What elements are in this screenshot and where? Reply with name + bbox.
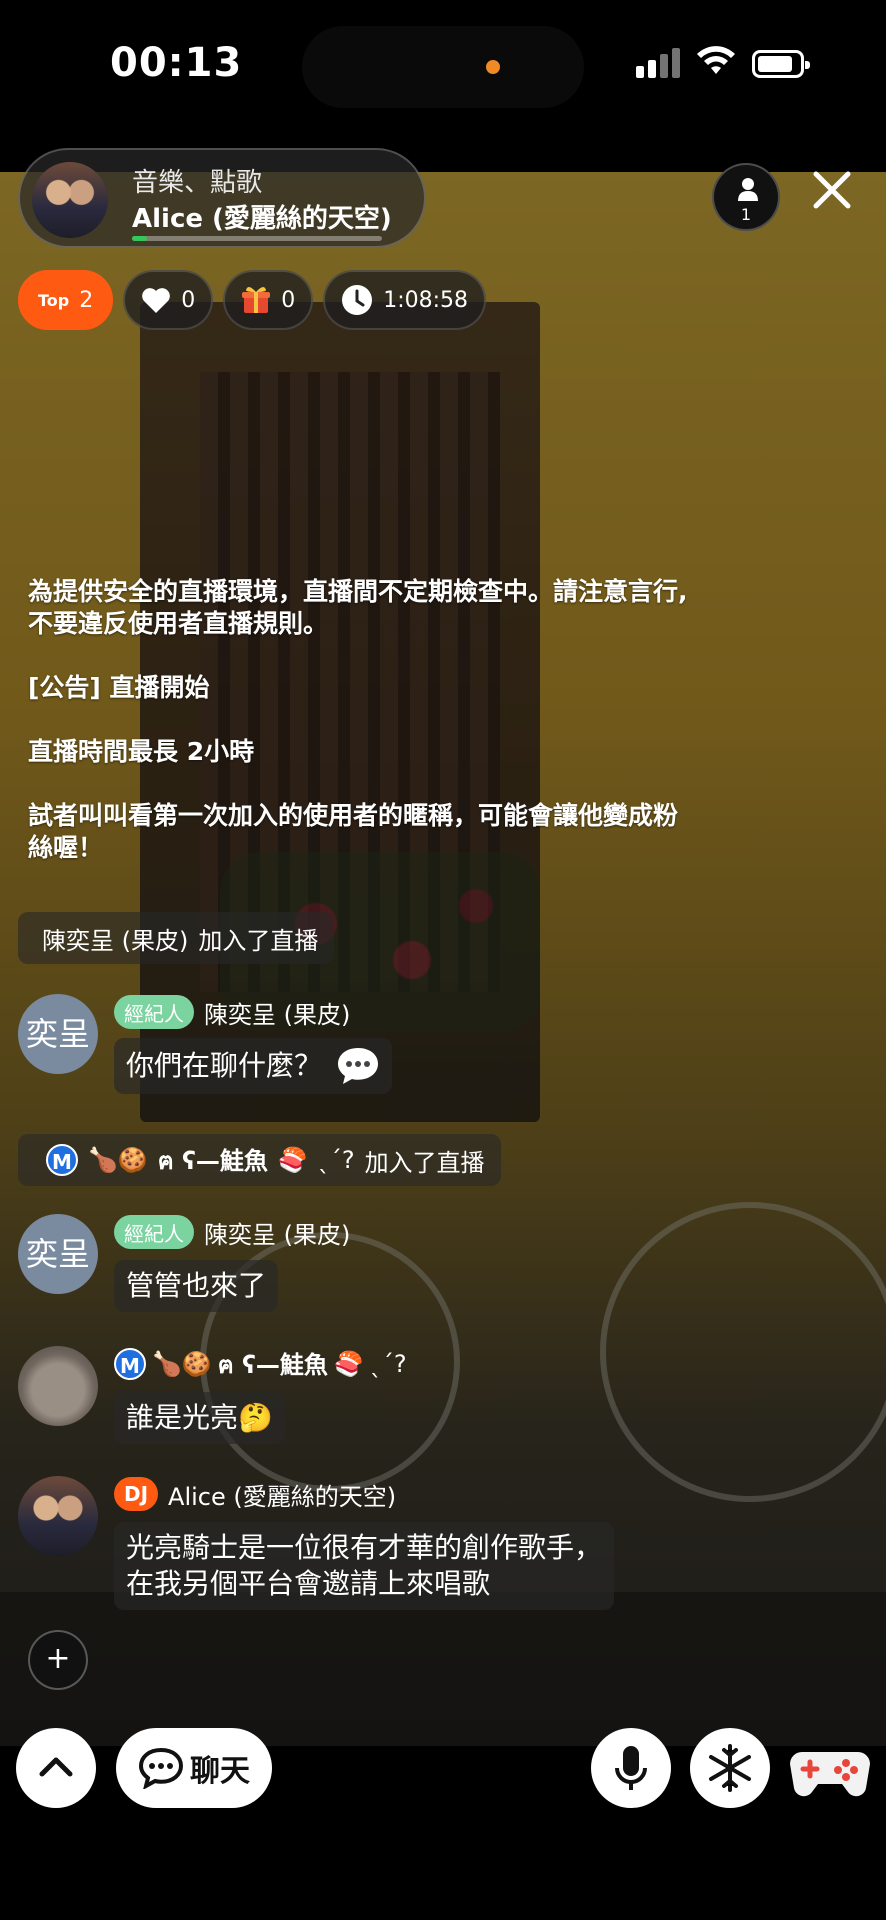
user-avatar[interactable]: 奕呈 [18,1214,98,1294]
host-info-card[interactable]: 音樂、點歌 Alice (愛麗絲的天空) [18,148,426,248]
message-bubble: 你們在聊什麼？ [114,1038,393,1094]
close-icon[interactable] [808,166,856,214]
message-bubble: 管管也來了 [114,1260,279,1312]
tip-text: 試者叫叫看第一次加入的使用者的暱稱，可能會讓他變成粉絲喔！ [28,801,679,862]
chat-button-label: 聊天 [190,1754,250,1789]
message-username[interactable]: 陳奕呈 (果皮) [204,1215,350,1250]
effects-button[interactable] [690,1728,770,1808]
chat-bubble-icon [138,1747,184,1789]
system-announcement: 為提供安全的直播環境，直播間不定期檢查中。請注意言行,不要違反使用者直播規則。 … [28,576,688,896]
chat-message: 奕呈 經紀人 陳奕呈 (果皮) 你們在聊什麼？ [18,994,518,1094]
message-bubble: 光亮騎士是一位很有才華的創作歌手， 在我另個平台會邀請上來唱歌 [114,1522,615,1610]
member-badge: M [46,1144,78,1176]
member-badge: M [114,1348,146,1380]
chat-message: 奕呈 經紀人 陳奕呈 (果皮) 管管也來了 [18,1214,518,1314]
message-header: M 🍗🍪 ฅ ʕ—鮭魚 🍣 ˎˊ? [114,1346,407,1382]
microphone-button[interactable] [591,1728,671,1808]
host-name: Alice (愛麗絲的天空) [132,204,392,234]
message-username[interactable]: Alice (愛麗絲的天空) [168,1477,396,1512]
expand-button[interactable] [16,1728,96,1808]
stream-category: 音樂、點歌 [132,168,263,198]
user-avatar[interactable]: 奕呈 [18,994,98,1074]
chat-message: M 🍗🍪 ฅ ʕ—鮭魚 🍣 ˎˊ? 誰是光亮🤔 [18,1346,518,1446]
likes-counter[interactable]: 0 [123,270,214,330]
dynamic-island [302,26,584,108]
snowflake-icon [709,1744,751,1792]
safety-rules-text: 為提供安全的直播環境，直播間不定期檢查中。請注意言行,不要違反使用者直播規則。 [28,577,688,638]
message-header: 經紀人 陳奕呈 (果皮) [114,994,350,1030]
message-header: DJ Alice (愛麗絲的天空) [114,1476,396,1512]
message-text: 你們在聊什麼？ [126,1049,323,1082]
viewer-count: 1 [740,205,752,224]
gifts-counter[interactable]: 0 [223,270,314,330]
chat-bubble-icon [338,1048,379,1084]
announcement-start-text: [公告] 直播開始 [28,673,210,702]
host-avatar[interactable] [32,162,108,238]
join-action: 加入了直播 [364,1148,485,1177]
person-icon [738,178,758,201]
gift-icon [242,286,271,313]
user-avatar[interactable] [18,1476,98,1556]
join-notice: M 🍗🍪 ฅ ʕ—鮭魚 🍣 ˎˊ? 加入了直播 [18,1134,501,1186]
join-user: ฅ ʕ—鮭魚 [157,1146,268,1175]
max-duration-text: 直播時間最長 2小時 [28,737,255,766]
microphone-icon [615,1746,647,1790]
chat-button[interactable]: 聊天 [116,1728,272,1808]
battery-icon [752,50,810,78]
join-action: 加入了直播 [198,926,319,955]
wifi-icon [697,46,735,74]
clock-icon [342,285,373,315]
join-notice: 陳奕呈 (果皮) 加入了直播 [18,912,335,964]
message-username[interactable]: ฅ ʕ—鮭魚 [218,1345,328,1384]
host-level-progress [132,236,382,241]
top-rank-badge[interactable]: Top 2 [18,270,114,330]
stream-duration: 1:08:58 [323,270,487,330]
status-time: 00:13 [110,40,243,86]
message-text: 管管也來了 [126,1269,267,1302]
status-bar: 00:13 [0,0,886,130]
join-user: 陳奕呈 (果皮) [42,926,189,955]
heart-icon [142,288,171,313]
message-header: 經紀人 陳奕呈 (果皮) [114,1214,350,1250]
chevron-up-icon [39,1757,73,1777]
agent-badge: 經紀人 [114,995,194,1029]
message-username[interactable]: 陳奕呈 (果皮) [204,995,350,1030]
privacy-indicator-dot [486,60,500,74]
user-avatar[interactable] [18,1346,98,1426]
message-text: 誰是光亮 [126,1401,239,1434]
dj-badge: DJ [114,1477,159,1511]
viewer-count-button[interactable]: 1 [712,163,780,231]
message-text-line: 在我另個平台會邀請上來唱歌 [126,1567,491,1600]
signal-icon [636,48,680,78]
chat-message: DJ Alice (愛麗絲的天空) 光亮騎士是一位很有才華的創作歌手， 在我另個… [18,1476,678,1616]
agent-badge: 經紀人 [114,1215,194,1249]
message-bubble: 誰是光亮🤔 [114,1392,285,1444]
gamepad-icon[interactable] [788,1732,872,1804]
add-button[interactable]: + [28,1630,88,1690]
stream-stats-row: Top 2 0 0 1:08:58 [18,270,487,330]
message-text-line: 光亮騎士是一位很有才華的創作歌手， [126,1531,603,1564]
